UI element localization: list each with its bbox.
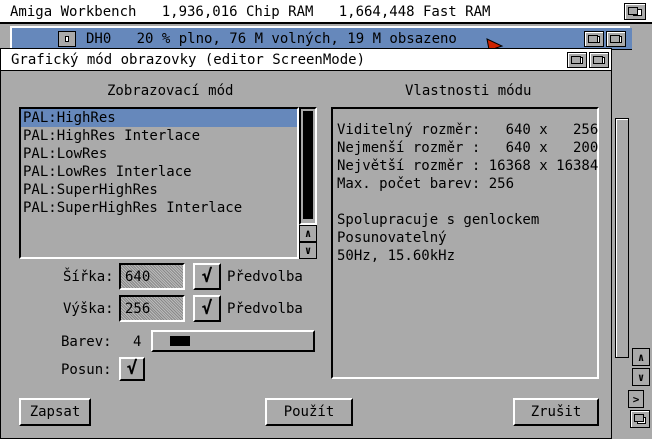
property-line: Max. počet barev: 256 (337, 176, 515, 192)
drive-window-titlebar[interactable]: DH0 20 % plno, 76 M volných, 19 M obsaze… (12, 28, 632, 50)
list-item[interactable]: PAL:SuperHighRes Interlace (23, 199, 242, 217)
width-field[interactable]: 640 (119, 263, 185, 290)
display-mode-heading: Zobrazovací mód (107, 83, 234, 99)
drive-scroll-right-arrow[interactable]: > (628, 390, 644, 408)
height-field[interactable]: 256 (119, 295, 185, 322)
dialog-zoom-gadget[interactable] (567, 52, 587, 68)
dialog-titlebar[interactable]: Grafický mód obrazovky (editor ScreenMod… (1, 49, 611, 71)
drive-close-gadget[interactable] (58, 31, 76, 47)
list-item[interactable]: PAL:SuperHighRes (23, 181, 242, 199)
drive-vscroll-knob[interactable] (615, 118, 629, 358)
drive-depth-gadget[interactable] (606, 31, 626, 47)
save-button-label: Zapsat (29, 404, 81, 420)
properties-lines: Viditelný rozměr: 640 x 256 Nejmenší roz… (337, 121, 598, 265)
list-scroll-down-arrow[interactable]: ∨ (299, 242, 317, 259)
screen-title: Amiga Workbench 1,936,016 Chip RAM 1,664… (10, 4, 491, 20)
properties-heading: Vlastnosti módu (405, 83, 532, 99)
width-label: Šířka: (63, 269, 114, 285)
drive-size-gadget[interactable] (630, 410, 650, 428)
list-item[interactable]: PAL:HighRes Interlace (23, 127, 242, 145)
close-icon (65, 36, 69, 42)
height-value: 256 (125, 301, 151, 317)
cancel-button[interactable]: Zrušit (513, 398, 599, 426)
drive-vscrollbar[interactable] (610, 50, 632, 370)
property-line: Posunovatelný (337, 230, 447, 246)
properties-panel: Viditelný rozměr: 640 x 256 Nejmenší roz… (331, 107, 599, 379)
height-default-checkbox[interactable]: √ (193, 295, 221, 322)
save-button[interactable]: Zapsat (19, 398, 91, 426)
property-line (337, 193, 598, 211)
scroll-checkbox[interactable]: √ (119, 357, 145, 381)
screen-depth-gadget[interactable] (624, 3, 646, 20)
property-line: Spolupracuje s genlockem (337, 212, 540, 228)
list-vscroll-knob[interactable] (303, 111, 313, 219)
property-line: Největší rozměr : 16368 x 16384 (337, 158, 599, 174)
screenmode-dialog: Grafický mód obrazovky (editor ScreenMod… (0, 48, 612, 439)
width-default-label: Předvolba (227, 269, 303, 285)
property-line: Viditelný rozměr: 640 x 256 (337, 122, 599, 138)
dialog-depth-gadget[interactable] (589, 52, 609, 68)
height-default-label: Předvolba (227, 301, 303, 317)
colors-value: 4 (133, 334, 142, 350)
display-mode-list[interactable]: PAL:HighRes PAL:HighRes Interlace PAL:Lo… (19, 107, 299, 259)
drive-scroll-up-arrow[interactable]: ∧ (632, 348, 650, 366)
cancel-button-label: Zrušit (530, 404, 582, 420)
width-default-checkbox[interactable]: √ (193, 263, 221, 290)
use-button-label: Použít (283, 404, 335, 420)
colors-slider[interactable] (151, 330, 315, 352)
width-value: 640 (125, 269, 151, 285)
list-item[interactable]: PAL:HighRes (23, 109, 242, 127)
drive-zoom-gadget[interactable] (584, 31, 604, 47)
drive-window-title: DH0 20 % plno, 76 M volných, 19 M obsaze… (86, 31, 457, 47)
height-label: Výška: (63, 301, 114, 317)
list-item[interactable]: PAL:LowRes (23, 145, 242, 163)
property-line: Nejmenší rozměr : 640 x 200 (337, 140, 599, 156)
list-scroll-up-arrow[interactable]: ∧ (299, 225, 317, 242)
screen-title-bar: Amiga Workbench 1,936,016 Chip RAM 1,664… (0, 0, 652, 24)
list-vscrollbar[interactable] (299, 107, 317, 225)
checkmark-icon: √ (126, 358, 138, 379)
list-item[interactable]: PAL:LowRes Interlace (23, 163, 242, 181)
display-mode-items: PAL:HighRes PAL:HighRes Interlace PAL:Lo… (23, 109, 242, 217)
scroll-label: Posun: (61, 362, 112, 378)
dialog-title: Grafický mód obrazovky (editor ScreenMod… (11, 52, 366, 68)
property-line: 50Hz, 15.60kHz (337, 248, 456, 264)
colors-slider-knob[interactable] (170, 336, 190, 346)
drive-scroll-down-arrow[interactable]: ∨ (632, 368, 650, 386)
colors-label: Barev: (61, 334, 112, 350)
use-button[interactable]: Použít (265, 398, 353, 426)
checkmark-icon: √ (201, 265, 213, 287)
checkmark-icon: √ (201, 297, 213, 319)
